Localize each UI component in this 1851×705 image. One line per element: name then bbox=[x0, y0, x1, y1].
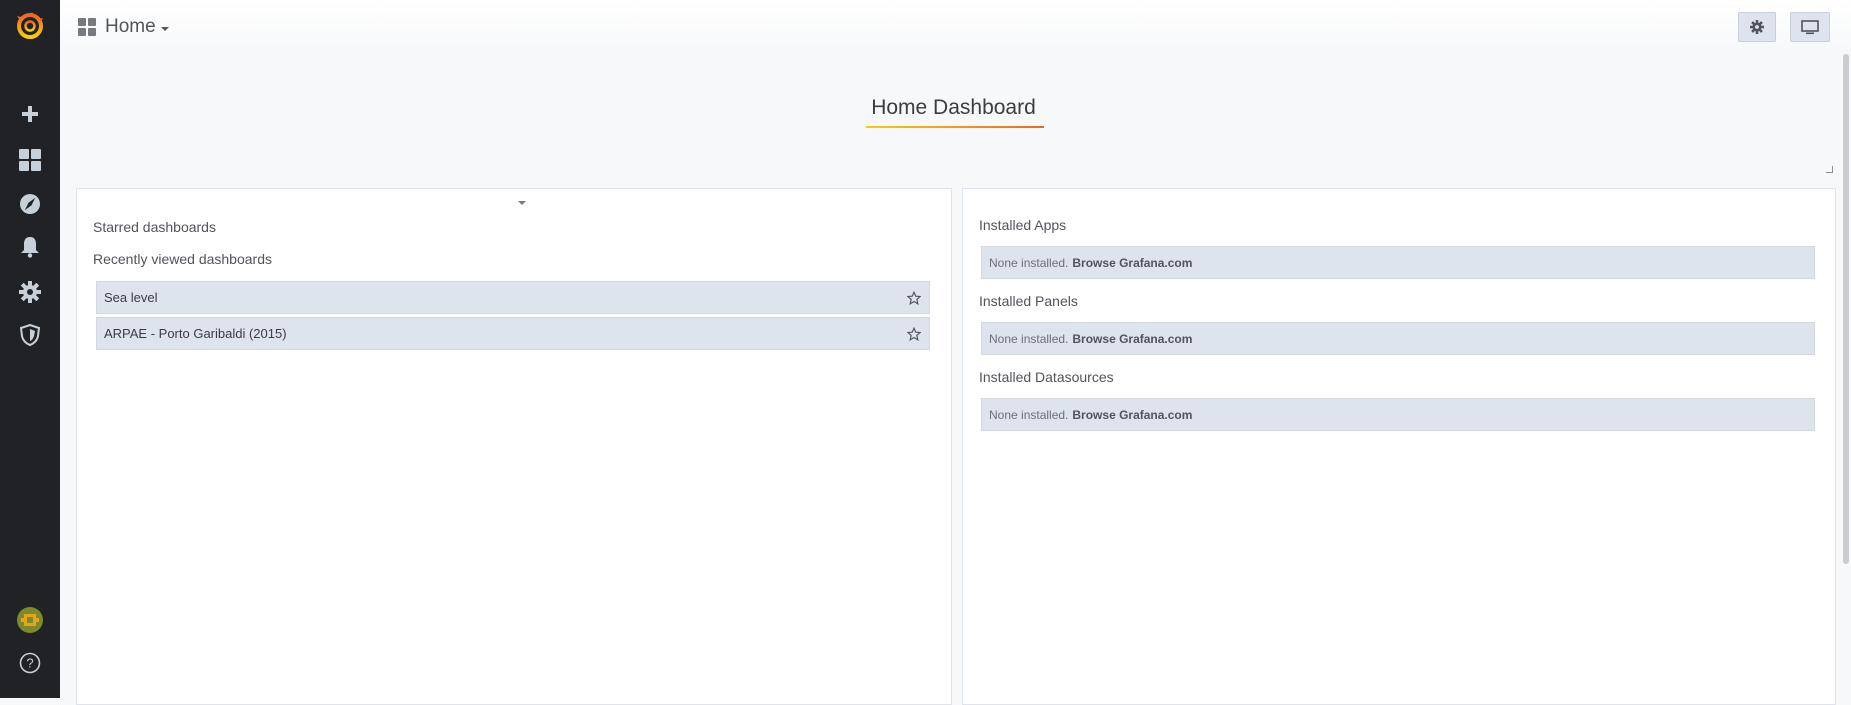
list-item[interactable]: ARPAE - Porto Garibaldi (2015) bbox=[96, 317, 930, 350]
empty-text: None installed. bbox=[989, 331, 1069, 346]
sidebar: ? bbox=[0, 0, 60, 698]
star-icon[interactable] bbox=[907, 290, 921, 305]
browse-grafana-link[interactable]: Browse Grafana.com bbox=[1072, 408, 1192, 422]
top-navbar: Home bbox=[60, 0, 1851, 54]
page-scrollbar[interactable] bbox=[1841, 54, 1851, 698]
tv-mode-button[interactable] bbox=[1790, 12, 1830, 42]
scrollbar-thumb[interactable] bbox=[1843, 54, 1849, 564]
installed-datasources-heading: Installed Datasources bbox=[979, 369, 1114, 385]
monitor-icon bbox=[1801, 19, 1819, 35]
dashboard-settings-button[interactable] bbox=[1738, 12, 1776, 42]
gear-icon[interactable] bbox=[15, 277, 45, 307]
installed-panels-heading: Installed Panels bbox=[979, 293, 1078, 309]
panel-menu-caret-icon[interactable] bbox=[518, 201, 526, 205]
dashboard-title: Home bbox=[105, 16, 156, 37]
chevron-down-icon bbox=[160, 27, 169, 31]
bell-icon[interactable] bbox=[15, 232, 45, 262]
list-item[interactable]: Sea level bbox=[96, 281, 930, 314]
dashboard-grid-icon bbox=[78, 18, 96, 36]
star-icon[interactable] bbox=[907, 326, 921, 341]
dashboard-link[interactable]: ARPAE - Porto Garibaldi (2015) bbox=[104, 326, 907, 341]
shield-icon[interactable] bbox=[15, 320, 45, 350]
browse-grafana-link[interactable]: Browse Grafana.com bbox=[1072, 332, 1192, 346]
svg-text:?: ? bbox=[26, 656, 33, 671]
dashboard-list-panel: Starred dashboards Recently viewed dashb… bbox=[76, 188, 952, 705]
compass-icon[interactable] bbox=[15, 189, 45, 219]
help-circle-icon[interactable]: ? bbox=[15, 648, 45, 678]
empty-text: None installed. bbox=[989, 255, 1069, 270]
installed-apps-box: None installed. Browse Grafana.com bbox=[981, 246, 1815, 279]
gear-icon bbox=[1750, 20, 1764, 34]
installed-panels-box: None installed. Browse Grafana.com bbox=[981, 322, 1815, 355]
starred-dashboards-heading: Starred dashboards bbox=[93, 219, 216, 235]
dashboards-grid-icon[interactable] bbox=[15, 145, 45, 175]
recent-dashboards-heading: Recently viewed dashboards bbox=[93, 251, 272, 267]
empty-text: None installed. bbox=[989, 407, 1069, 422]
installed-apps-heading: Installed Apps bbox=[979, 217, 1067, 233]
dashboard-picker-button[interactable]: Home bbox=[78, 14, 169, 40]
dashboard-link[interactable]: Sea level bbox=[104, 290, 907, 305]
avatar[interactable] bbox=[15, 605, 45, 635]
title-underline bbox=[866, 126, 1044, 128]
resize-handle-icon[interactable] bbox=[1826, 166, 1833, 173]
grafana-logo[interactable] bbox=[15, 11, 45, 41]
plus-icon[interactable] bbox=[15, 99, 45, 129]
plugin-list-panel: Installed Apps None installed. Browse Gr… bbox=[962, 188, 1836, 705]
browse-grafana-link[interactable]: Browse Grafana.com bbox=[1072, 256, 1192, 270]
installed-datasources-box: None installed. Browse Grafana.com bbox=[981, 398, 1815, 431]
page-title: Home Dashboard bbox=[871, 96, 1036, 119]
